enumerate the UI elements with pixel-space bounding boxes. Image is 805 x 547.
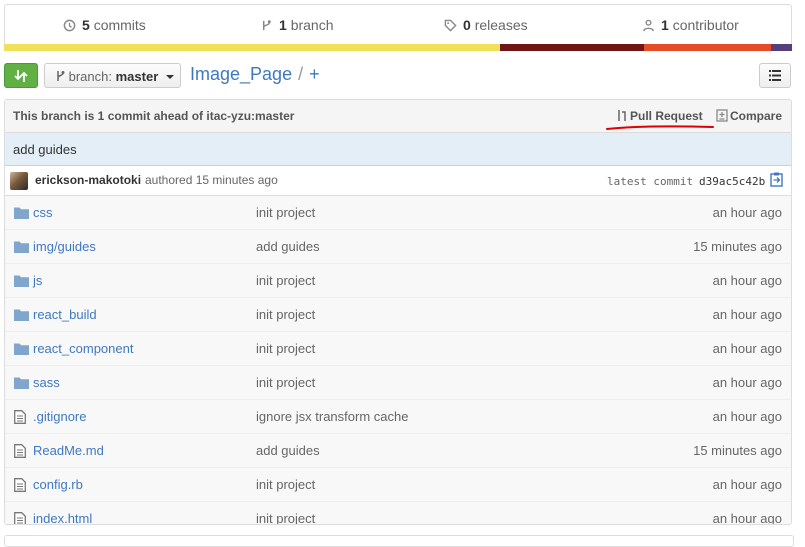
compare-link[interactable]: Compare [716, 109, 782, 123]
compare-review-button[interactable] [4, 63, 38, 88]
list-icon [769, 70, 781, 81]
releases-link[interactable]: 0 releases [444, 17, 528, 33]
ahead-message: This branch is 1 commit ahead of itac-yz… [13, 109, 295, 123]
file-age: an hour ago [712, 477, 782, 492]
folder-icon [14, 308, 29, 324]
file-name-link[interactable]: sass [33, 375, 60, 390]
file-commit-message[interactable]: add guides [256, 239, 320, 254]
commits-link[interactable]: 5 commits [63, 17, 146, 33]
branch-selector[interactable]: branch: master [44, 63, 181, 88]
file-age: an hour ago [712, 341, 782, 356]
breadcrumb-separator: / [298, 64, 304, 84]
file-age: an hour ago [712, 409, 782, 424]
commit-sha[interactable]: d39ac5c42b [699, 175, 765, 188]
clipboard-icon[interactable] [770, 172, 783, 187]
file-browser: This branch is 1 commit ahead of itac-yz… [4, 99, 792, 525]
folder-icon [14, 206, 29, 222]
readme-panel-edge [4, 535, 794, 547]
diff-icon [716, 109, 728, 122]
pull-request-icon [618, 110, 626, 121]
folder-icon [14, 342, 29, 358]
file-age: an hour ago [712, 511, 782, 525]
language-bar-segment [644, 44, 771, 51]
commit-title-bar: add guides [5, 133, 791, 166]
file-commit-message[interactable]: init project [256, 477, 315, 492]
branch-status-bar: This branch is 1 commit ahead of itac-yz… [5, 100, 791, 133]
file-row: sass init project an hour ago [5, 365, 791, 399]
commit-meta-bar: erickson-makotoki authored 15 minutes ag… [5, 166, 791, 196]
branch-icon [262, 20, 271, 31]
avatar[interactable] [10, 172, 28, 190]
commit-time: authored 15 minutes ago [145, 173, 278, 187]
folder-icon [14, 376, 29, 392]
file-row: index.html init project an hour ago [5, 501, 791, 525]
file-row: .gitignore ignore jsx transform cache an h… [5, 399, 791, 433]
file-commit-message[interactable]: init project [256, 205, 315, 220]
breadcrumb: Image_Page / + [190, 64, 320, 85]
file-name-link[interactable]: ReadMe.md [33, 443, 104, 458]
latest-commit-label: latest commit [607, 175, 694, 188]
file-age: 15 minutes ago [693, 239, 782, 254]
file-name-link[interactable]: .gitignore [33, 409, 86, 424]
pull-request-link[interactable]: Pull Request [617, 109, 703, 123]
file-commit-message[interactable]: init project [256, 375, 315, 390]
file-list: css init project an hour ago img/guides add … [5, 196, 791, 525]
file-row: img/guides add guides 15 minutes ago [5, 229, 791, 263]
file-commit-message[interactable]: init project [256, 273, 315, 288]
contributors-link[interactable]: 1 contributor [642, 17, 739, 33]
new-file-link[interactable]: + [309, 64, 320, 84]
file-row: react_build init project an hour ago [5, 297, 791, 331]
commit-author[interactable]: erickson-makotoki [35, 173, 141, 187]
file-row: react_component init project an hour ago [5, 331, 791, 365]
chevron-down-icon [165, 75, 174, 79]
organization-icon [643, 19, 654, 32]
repo-name-link[interactable]: Image_Page [190, 64, 292, 84]
language-bar-segment [771, 44, 792, 51]
file-name-link[interactable]: config.rb [33, 477, 83, 492]
annotation-underline [606, 125, 714, 130]
file-age: an hour ago [712, 205, 782, 220]
file-name-link[interactable]: react_component [33, 341, 133, 356]
branch-prefix: branch: [68, 69, 112, 84]
file-age: an hour ago [712, 375, 782, 390]
tag-icon [444, 19, 457, 32]
file-commit-message[interactable]: ignore jsx transform cache [256, 409, 408, 424]
repo-summary: 5 commits 1 branch 0 releases 1 contribu… [4, 4, 792, 44]
file-row: css init project an hour ago [5, 196, 791, 229]
file-name-link[interactable]: css [33, 205, 53, 220]
file-icon [14, 478, 26, 495]
commit-message[interactable]: add guides [13, 142, 77, 157]
file-name-link[interactable]: react_build [33, 307, 97, 322]
list-view-button[interactable] [759, 63, 791, 88]
folder-icon [14, 274, 29, 290]
history-icon [63, 19, 76, 32]
file-icon [14, 410, 26, 427]
file-commit-message[interactable]: add guides [256, 443, 320, 458]
file-name-link[interactable]: img/guides [33, 239, 96, 254]
folder-icon [14, 240, 29, 256]
file-age: an hour ago [712, 307, 782, 322]
branch-name: master [115, 69, 159, 84]
file-name-link[interactable]: index.html [33, 511, 92, 524]
language-bar-segment [500, 44, 644, 51]
language-bar[interactable] [4, 44, 792, 51]
file-age: an hour ago [712, 273, 782, 288]
file-icon [14, 512, 26, 524]
branch-icon [57, 71, 65, 81]
file-age: 15 minutes ago [693, 443, 782, 458]
branches-link[interactable]: 1 branch [260, 17, 334, 33]
file-icon [14, 444, 26, 461]
file-row: js init project an hour ago [5, 263, 791, 297]
file-row: ReadMe.md add guides 15 minutes ago [5, 433, 791, 467]
language-bar-segment [4, 44, 500, 51]
file-commit-message[interactable]: init project [256, 511, 315, 524]
compare-icon [14, 70, 28, 82]
file-row: config.rb init project an hour ago [5, 467, 791, 501]
file-name-link[interactable]: js [33, 273, 42, 288]
file-commit-message[interactable]: init project [256, 307, 315, 322]
file-commit-message[interactable]: init project [256, 341, 315, 356]
